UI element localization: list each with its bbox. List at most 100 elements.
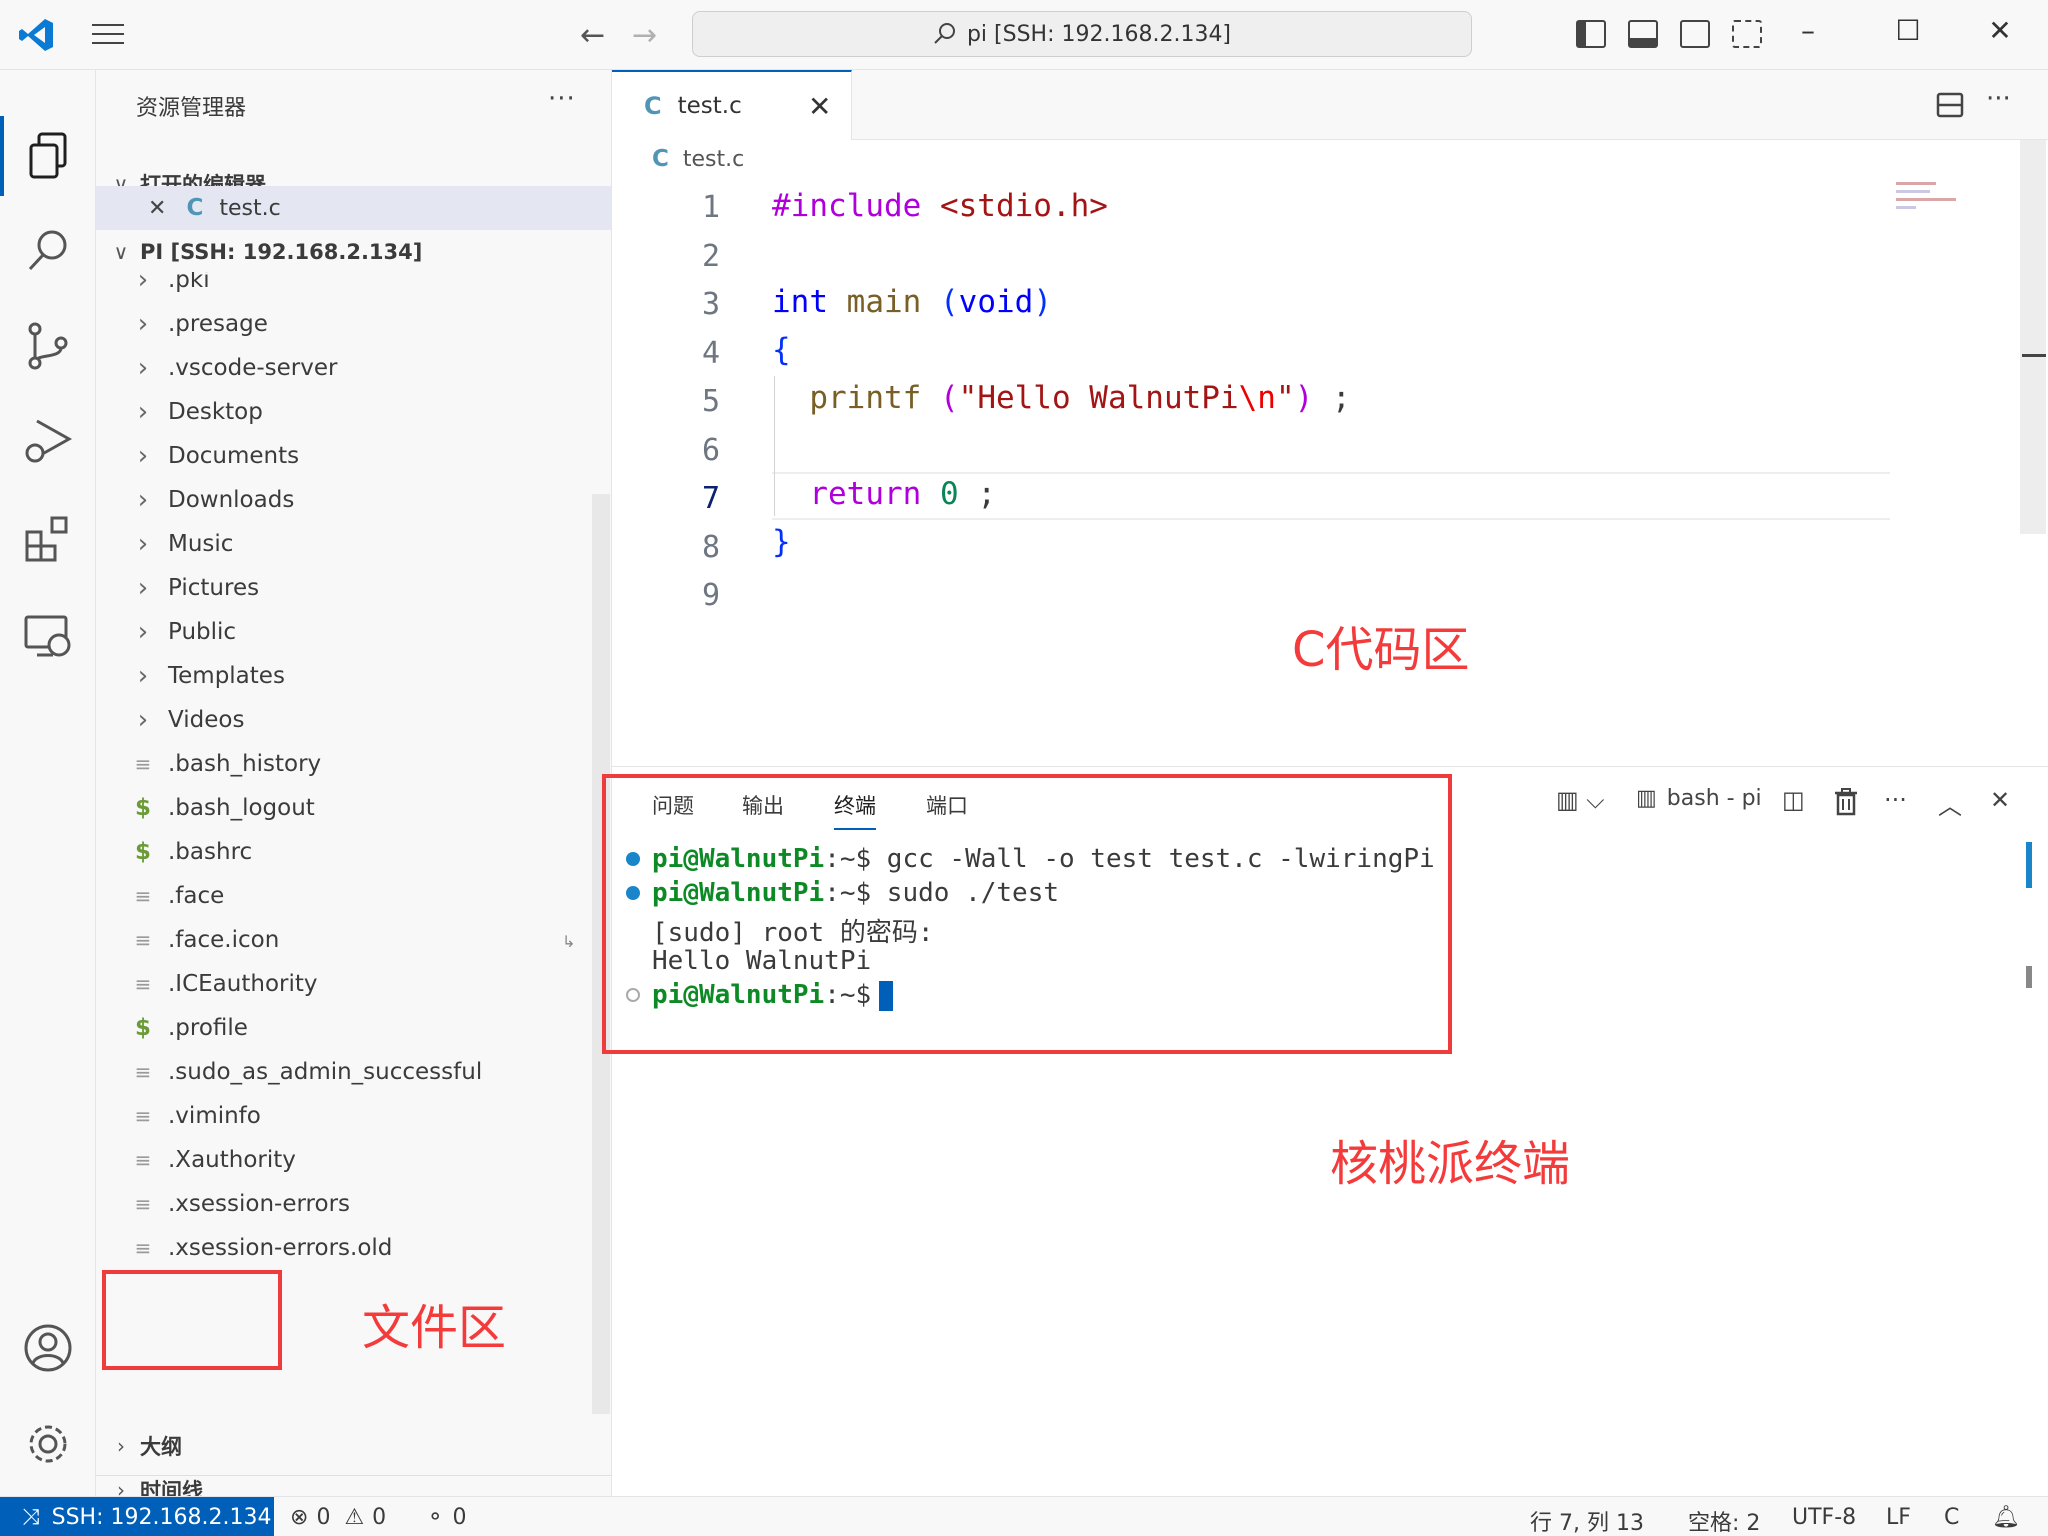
tree-item[interactable]: › Videos bbox=[96, 698, 592, 742]
terminal-instance[interactable]: ▥ bash - pi bbox=[1636, 786, 1762, 811]
remote-label: SSH: 192.168.2.134 bbox=[51, 1504, 272, 1530]
terminal-scrollbar[interactable] bbox=[2026, 966, 2032, 988]
editor-scrollbar[interactable] bbox=[2020, 140, 2046, 534]
tree-item[interactable]: ≡ .bash_history bbox=[96, 742, 592, 786]
close-tab-icon[interactable]: ✕ bbox=[808, 90, 831, 123]
broadcast-icon: ⚬ bbox=[426, 1505, 445, 1530]
code-line-4[interactable]: { bbox=[772, 332, 791, 368]
terminal-scroll-marker bbox=[2026, 842, 2032, 888]
tree-item[interactable]: $ .bash_logout bbox=[96, 786, 592, 830]
toggle-panel-icon[interactable] bbox=[1628, 20, 1658, 48]
extensions-icon[interactable] bbox=[0, 498, 96, 578]
source-control-icon[interactable] bbox=[0, 306, 96, 386]
tree-item-label: Documents bbox=[168, 443, 300, 469]
outline-header[interactable]: › 大纲 bbox=[96, 1426, 611, 1466]
cursor-position[interactable]: 行 7, 列 13 bbox=[1530, 1505, 1644, 1536]
maximize-icon[interactable]: ☐ bbox=[1888, 14, 1928, 47]
chevron-right-icon: › bbox=[137, 397, 149, 427]
code-line-1[interactable]: #include <stdio.h> bbox=[772, 188, 1108, 224]
tree-item[interactable]: ≡ .viminfo bbox=[96, 1094, 592, 1138]
timeline-header[interactable]: › 时间线 bbox=[96, 1470, 611, 1496]
sidebar-title: 资源管理器 bbox=[136, 96, 247, 121]
tree-item[interactable]: › .pki bbox=[96, 272, 592, 302]
back-arrow-icon[interactable]: ← bbox=[580, 18, 605, 53]
tree-item[interactable]: › .vscode-server bbox=[96, 346, 592, 390]
toggle-primary-sidebar-icon[interactable] bbox=[1576, 20, 1606, 48]
tree-item[interactable]: $ .bashrc bbox=[96, 830, 592, 874]
editor-more-icon[interactable]: ··· bbox=[1986, 84, 2011, 114]
tree-item[interactable]: ≡ .ICEauthority bbox=[96, 962, 592, 1006]
accounts-icon[interactable] bbox=[0, 1308, 96, 1388]
tree-item[interactable]: › Music bbox=[96, 522, 592, 566]
breadcrumb[interactable]: C test.c bbox=[652, 146, 744, 172]
customize-layout-icon[interactable] bbox=[1732, 20, 1762, 48]
vscode-logo-icon[interactable] bbox=[18, 16, 56, 54]
tree-item[interactable]: › Public bbox=[96, 610, 592, 654]
encoding-status[interactable]: UTF-8 bbox=[1792, 1505, 1856, 1530]
run-debug-icon[interactable] bbox=[0, 400, 96, 480]
chevron-right-icon: › bbox=[137, 272, 149, 295]
trash-icon[interactable] bbox=[1834, 788, 1858, 816]
explorer-icon[interactable] bbox=[0, 116, 96, 196]
code-line-3[interactable]: int main (void) bbox=[772, 284, 1052, 320]
open-editor-item[interactable]: ✕ C test.c bbox=[96, 186, 611, 230]
chevron-right-icon: › bbox=[137, 529, 149, 559]
toggle-secondary-sidebar-icon[interactable] bbox=[1680, 20, 1710, 48]
text-file-icon: ≡ bbox=[134, 1148, 152, 1172]
settings-gear-icon[interactable] bbox=[0, 1404, 96, 1484]
remote-indicator[interactable]: ⤨ SSH: 192.168.2.134 bbox=[0, 1497, 274, 1536]
tree-item[interactable]: › Downloads bbox=[96, 478, 592, 522]
close-panel-icon[interactable]: ✕ bbox=[1990, 786, 2010, 814]
indentation-status[interactable]: 空格: 2 bbox=[1688, 1505, 1760, 1536]
language-status[interactable]: C bbox=[1944, 1505, 1959, 1530]
command-center-search[interactable]: pi [SSH: 192.168.2.134] bbox=[692, 11, 1472, 57]
split-terminal-icon[interactable]: ◫ bbox=[1782, 786, 1805, 814]
panel-more-icon[interactable]: ··· bbox=[1884, 786, 1907, 814]
tree-item[interactable]: › Documents bbox=[96, 434, 592, 478]
chevron-right-icon: › bbox=[137, 661, 149, 691]
search-icon[interactable] bbox=[0, 210, 96, 290]
close-icon[interactable]: ✕ bbox=[148, 196, 166, 221]
eol-status[interactable]: LF bbox=[1886, 1505, 1911, 1530]
tree-item[interactable]: › .presage bbox=[96, 302, 592, 346]
chevron-right-icon: › bbox=[137, 705, 149, 735]
tree-item[interactable]: ≡ .Xauthority bbox=[96, 1138, 592, 1182]
maximize-panel-icon[interactable]: ︿ bbox=[1938, 786, 1962, 821]
minimize-icon[interactable]: – bbox=[1788, 14, 1828, 47]
remote-folder-header[interactable]: ∨ PI [SSH: 192.168.2.134] bbox=[96, 232, 611, 272]
notifications-bell-icon[interactable]: 🔔︎ bbox=[1992, 1505, 2020, 1530]
problems-status[interactable]: ⊗ 0 ⚠ 0 bbox=[290, 1505, 386, 1530]
tree-item-label: .xsession-errors.old bbox=[168, 1235, 393, 1261]
ports-status[interactable]: ⚬ 0 bbox=[426, 1505, 466, 1530]
split-editor-icon[interactable] bbox=[1936, 92, 1964, 118]
tree-item[interactable]: › Pictures bbox=[96, 566, 592, 610]
more-actions-icon[interactable]: ··· bbox=[548, 84, 576, 114]
tree-item[interactable]: ≡ .xsession-errors bbox=[96, 1182, 592, 1226]
forward-arrow-icon[interactable]: → bbox=[632, 18, 657, 53]
minimap[interactable] bbox=[1896, 182, 1962, 218]
tree-item[interactable]: ≡ .sudo_as_admin_successful bbox=[96, 1050, 592, 1094]
tree-item-label: .bash_history bbox=[168, 751, 322, 777]
new-terminal-split-icon[interactable]: ▥ ⌵ bbox=[1556, 786, 1605, 814]
shell-file-icon: $ bbox=[134, 839, 151, 865]
text-file-icon: ≡ bbox=[134, 1192, 152, 1216]
code-line-7[interactable]: return 0 ; bbox=[772, 476, 996, 512]
tree-item-label: Public bbox=[168, 619, 237, 645]
code-line-5[interactable]: printf ("Hello WalnutPi\n") ; bbox=[772, 380, 1350, 416]
code-line-8[interactable]: } bbox=[772, 524, 791, 560]
activity-bar bbox=[0, 70, 96, 1496]
tab-test-c[interactable]: C test.c ✕ bbox=[612, 70, 852, 140]
tree-item[interactable]: $ .profile bbox=[96, 1006, 592, 1050]
tree-item[interactable]: ≡ .face bbox=[96, 874, 592, 918]
close-window-icon[interactable]: ✕ bbox=[1980, 14, 2020, 47]
tree-item-label: .viminfo bbox=[168, 1103, 261, 1129]
symlink-icon: ↳ bbox=[562, 932, 576, 951]
tree-item-label: Desktop bbox=[168, 399, 263, 425]
tree-item[interactable]: › Desktop bbox=[96, 390, 592, 434]
tree-item-label: .pki bbox=[168, 272, 210, 293]
tree-item[interactable]: ≡ .xsession-errors.old bbox=[96, 1226, 592, 1270]
tree-item[interactable]: ≡ .face.icon bbox=[96, 918, 592, 962]
menu-icon[interactable] bbox=[92, 24, 124, 46]
tree-item[interactable]: › Templates bbox=[96, 654, 592, 698]
remote-explorer-icon[interactable] bbox=[0, 596, 96, 676]
